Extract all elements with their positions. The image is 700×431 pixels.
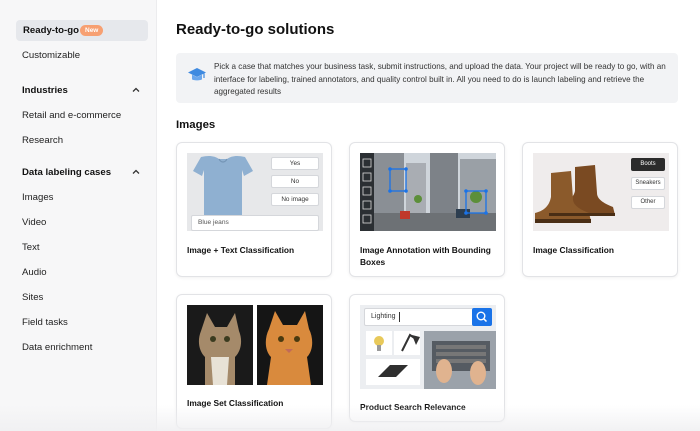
search-field-text: Lighting [371, 313, 396, 320]
sidebar-item-images[interactable]: Images [22, 192, 53, 203]
search-icon [476, 311, 488, 323]
boots-thumbnail: Boots Sneakers Other [533, 153, 669, 231]
option-yes[interactable]: Yes [271, 157, 319, 170]
caption-field: Blue jeans [191, 215, 319, 231]
text-cursor [399, 312, 400, 322]
sidebar-item-sites[interactable]: Sites [22, 292, 43, 303]
sidebar-item-retail[interactable]: Retail and e-commerce [22, 110, 121, 121]
cats-thumbnail [187, 305, 323, 385]
search-thumbnail: Lighting [360, 305, 496, 389]
page-title: Ready-to-go solutions [176, 21, 335, 38]
card-label: Product Search Relevance [360, 402, 466, 412]
card-image-annotation-bounding-boxes[interactable]: Image Annotation with Bounding Boxes [349, 142, 505, 277]
sidebar-item-data-enrichment[interactable]: Data enrichment [22, 342, 92, 353]
info-banner: Pick a case that matches your business t… [176, 53, 678, 103]
sidebar-item-customizable[interactable]: Customizable [22, 50, 80, 61]
tshirt-thumbnail: Yes No No image Blue jeans [187, 153, 323, 231]
option-no-image[interactable]: No image [271, 193, 319, 206]
option-other[interactable]: Other [631, 196, 665, 209]
card-image-text-classification[interactable]: Yes No No image Blue jeans Image + Text … [176, 142, 332, 277]
new-badge: New [80, 25, 104, 36]
card-label: Image + Text Classification [187, 245, 295, 255]
sidebar-item-research[interactable]: Research [22, 135, 63, 146]
card-label: Image Classification [533, 245, 614, 255]
option-no[interactable]: No [271, 175, 319, 188]
cats-illustration [187, 305, 323, 385]
card-product-search-relevance[interactable]: Lighting Product Search Relevance [349, 294, 505, 422]
option-boots[interactable]: Boots [631, 158, 665, 171]
section-title-images: Images [176, 119, 216, 131]
sidebar-item-ready-to-go[interactable]: Ready-to-go New [16, 20, 148, 41]
search-field[interactable]: Lighting [364, 308, 492, 326]
sidebar-item-video[interactable]: Video [22, 217, 46, 228]
card-label: Image Set Classification [187, 398, 284, 408]
card-image-classification[interactable]: Boots Sneakers Other Image Classificatio… [522, 142, 678, 277]
search-button[interactable] [472, 308, 492, 326]
chevron-up-icon[interactable] [132, 168, 140, 176]
card-label: Image Annotation with Bounding Boxes [360, 245, 491, 267]
info-text: Pick a case that matches your business t… [214, 62, 666, 96]
street-scene-illustration [360, 153, 496, 231]
sidebar-section-industries[interactable]: Industries [22, 85, 68, 96]
street-thumbnail [360, 153, 496, 231]
chevron-up-icon[interactable] [132, 86, 140, 94]
sidebar-item-text[interactable]: Text [22, 242, 40, 253]
sidebar-item-audio[interactable]: Audio [22, 267, 47, 278]
sidebar: Ready-to-go New Customizable Industries … [0, 0, 157, 431]
card-image-set-classification[interactable]: Image Set Classification [176, 294, 332, 429]
graduation-cap-icon [188, 68, 206, 81]
sidebar-item-label: Ready-to-go [23, 25, 79, 36]
option-sneakers[interactable]: Sneakers [631, 177, 665, 190]
sidebar-item-field-tasks[interactable]: Field tasks [22, 317, 68, 328]
sidebar-section-data-labeling-cases[interactable]: Data labeling cases [22, 167, 111, 178]
